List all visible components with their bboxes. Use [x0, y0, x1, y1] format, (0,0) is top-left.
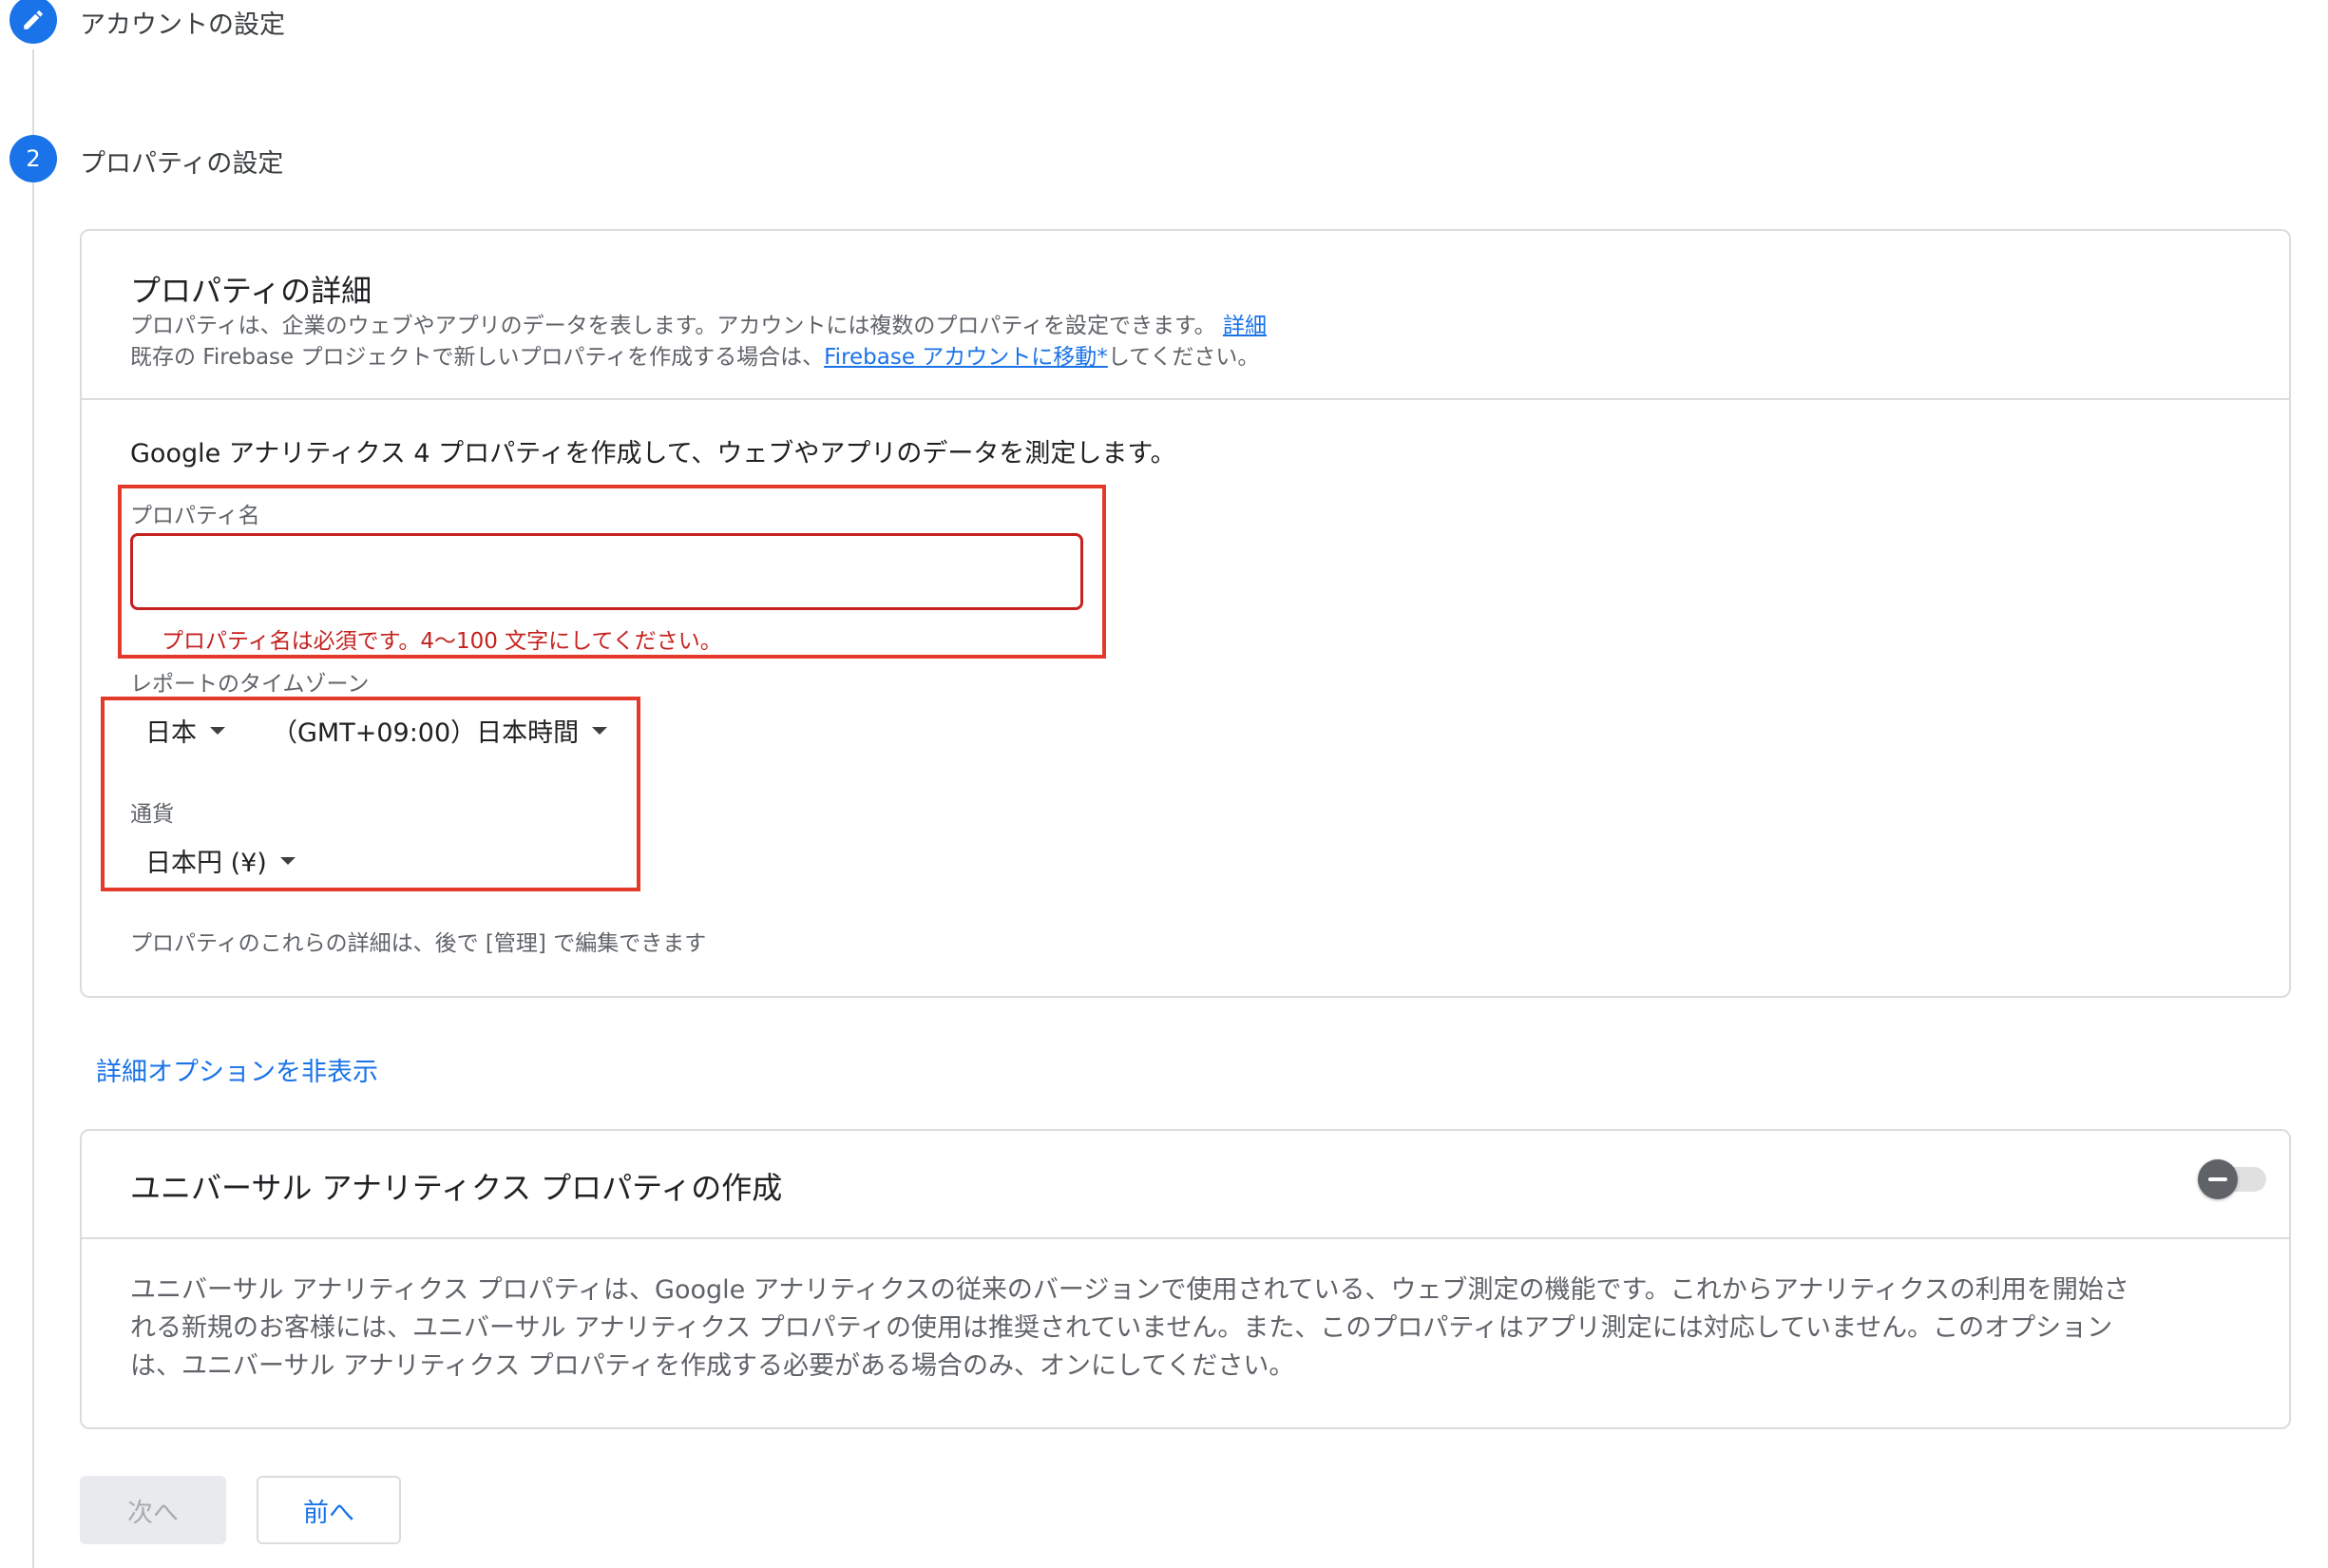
toggle-off-icon[interactable] [2198, 1159, 2238, 1199]
timezone-country-select[interactable]: 日本 [145, 712, 225, 749]
hide-advanced-options-link[interactable]: 詳細オプションを非表示 [96, 1051, 378, 1088]
firebase-prefix: 既存の Firebase プロジェクトで新しいプロパティを作成する場合は、 [130, 345, 825, 370]
property-name-label: プロパティ名 [130, 504, 260, 528]
details-link[interactable]: 詳細 [1223, 314, 1267, 338]
ua-description-line3: は、ユニバーサル アナリティクス プロパティを作成する必要がある場合のみ、オンに… [130, 1351, 1295, 1381]
currency-select[interactable]: 日本円 (¥) [145, 842, 296, 879]
timezone-label: レポートのタイムゾーン [130, 672, 370, 697]
firebase-suffix: してください。 [1107, 345, 1260, 370]
property-name-input[interactable] [130, 533, 1083, 610]
currency-value: 日本円 (¥) [145, 849, 267, 878]
description-text: プロパティは、企業のウェブやアプリのデータを表します。アカウントには複数のプロパ… [130, 314, 1216, 338]
card-description-line1: プロパティは、企業のウェブやアプリのデータを表します。アカウントには複数のプロパ… [130, 307, 1267, 339]
card-title: プロパティの詳細 [130, 273, 372, 309]
back-button[interactable]: 前へ [257, 1476, 401, 1544]
ua-description-line2: れる新規のお客様には、ユニバーサル アナリティクス プロパティの使用は推奨されて… [130, 1313, 2113, 1343]
ua-card-divider [82, 1237, 2289, 1239]
pencil-icon [24, 10, 43, 29]
property-name-error: プロパティ名は必須です。4〜100 文字にしてください。 [162, 629, 722, 654]
ga-setup-page: アカウントの設定 2 プロパティの設定 プロパティの詳細 プロパティは、企業のウ… [0, 0, 2328, 1568]
timezone-zone-select[interactable]: （GMT+09:00）日本時間 [272, 712, 608, 749]
step-1-circle [10, 0, 57, 44]
firebase-account-link[interactable]: Firebase アカウントに移動* [824, 345, 1108, 370]
edit-later-note: プロパティのこれらの詳細は、後で [管理] で編集できます [130, 931, 707, 956]
chevron-down-icon [592, 726, 608, 735]
chevron-down-icon [210, 726, 225, 735]
property-details-card: プロパティの詳細 プロパティは、企業のウェブやアプリのデータを表します。アカウン… [80, 229, 2291, 998]
ga4-intro-text: Google アナリティクス 4 プロパティを作成して、ウェブやアプリのデータを… [130, 439, 1176, 468]
card-description-line2: 既存の Firebase プロジェクトで新しいプロパティを作成する場合は、Fir… [130, 338, 1259, 371]
next-button[interactable]: 次へ [80, 1476, 226, 1544]
card-divider [82, 398, 2289, 400]
step-2-circle: 2 [10, 135, 57, 182]
stepper-line [32, 49, 34, 1568]
step-1-label: アカウントの設定 [80, 10, 285, 40]
universal-analytics-card: ユニバーサル アナリティクス プロパティの作成 ユニバーサル アナリティクス プ… [80, 1129, 2291, 1429]
ua-card-title: ユニバーサル アナリティクス プロパティの作成 [130, 1170, 783, 1206]
ua-description-line1: ユニバーサル アナリティクス プロパティは、Google アナリティクスの従来の… [130, 1275, 2129, 1305]
step-2-label: プロパティの設定 [80, 149, 284, 179]
chevron-down-icon [279, 856, 296, 865]
currency-label: 通貨 [130, 802, 174, 827]
timezone-country-value: 日本 [145, 718, 197, 748]
timezone-zone-value: （GMT+09:00）日本時間 [272, 718, 580, 748]
